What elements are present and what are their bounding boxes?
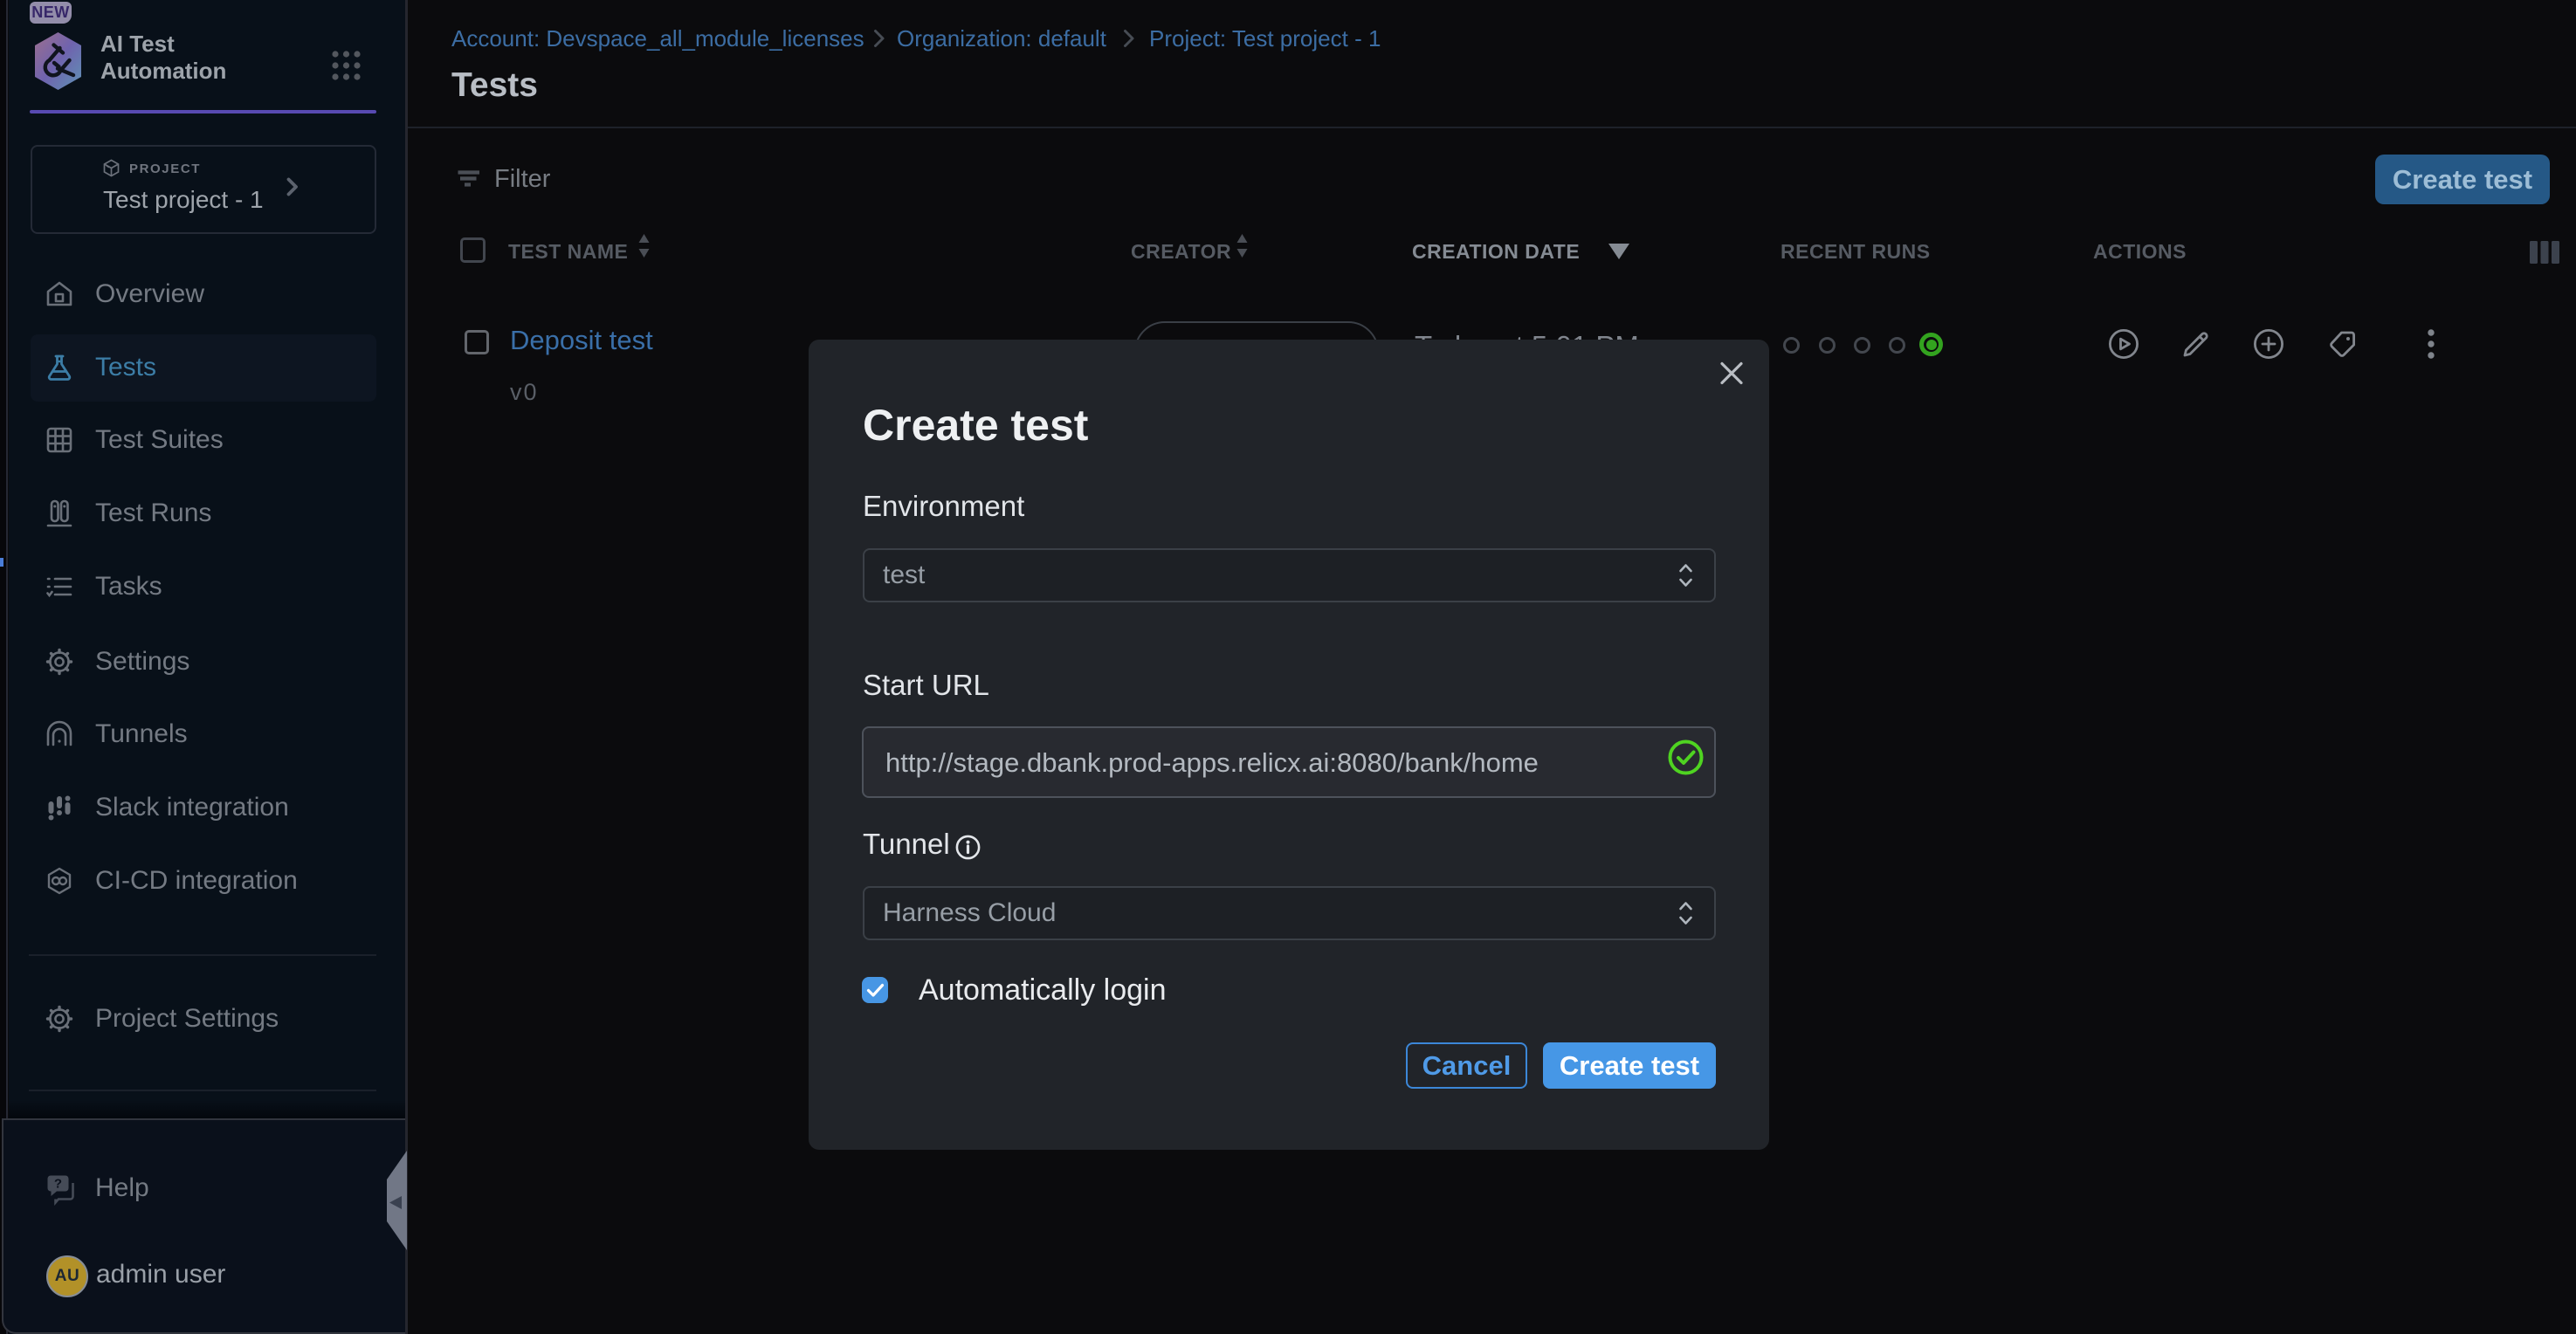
svg-text:?: ? xyxy=(54,1177,62,1192)
